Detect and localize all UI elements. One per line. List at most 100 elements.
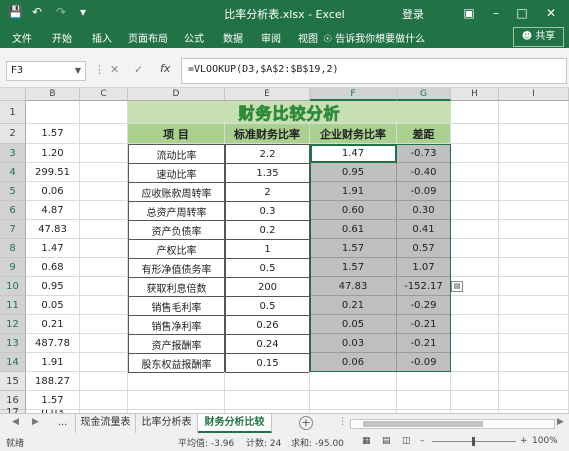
select-all-corner[interactable]	[0, 88, 26, 101]
horizontal-scrollbar[interactable]	[350, 419, 555, 429]
grid-cell[interactable]	[80, 163, 128, 182]
item-cell[interactable]: 销售毛利率	[128, 296, 225, 316]
gap-cell[interactable]: 0.30	[397, 201, 451, 220]
row-header[interactable]: 13	[0, 334, 26, 353]
tab-formulas[interactable]: 公式	[184, 30, 204, 45]
gap-cell[interactable]: 0.57	[397, 239, 451, 258]
cell-b[interactable]	[26, 101, 80, 124]
tab-data[interactable]: 数据	[223, 30, 243, 45]
gap-cell[interactable]: 1.07	[397, 258, 451, 277]
item-cell[interactable]: 应收账款周转率	[128, 182, 225, 202]
gap-cell[interactable]: -0.29	[397, 296, 451, 315]
grid-cell[interactable]	[499, 353, 569, 372]
grid-cell[interactable]	[451, 391, 499, 410]
tell-me-box[interactable]: ☉ 告诉我你想要做什么	[323, 30, 425, 45]
normal-view-icon[interactable]: ▦	[362, 436, 371, 446]
item-cell[interactable]: 总资产周转率	[128, 201, 225, 221]
cell-b[interactable]: 1.57	[26, 124, 80, 144]
login-link[interactable]: 登录	[402, 6, 424, 22]
grid-cell[interactable]	[128, 372, 225, 391]
grid-cell[interactable]	[499, 258, 569, 277]
sheet-tab-more[interactable]: ...	[50, 414, 76, 433]
standard-ratio-cell[interactable]: 0.5	[225, 296, 310, 316]
item-cell[interactable]: 产权比率	[128, 239, 225, 259]
grid-cell[interactable]	[80, 296, 128, 315]
company-ratio-cell[interactable]: 0.60	[310, 201, 397, 220]
grid-cell[interactable]	[451, 144, 499, 163]
company-ratio-cell[interactable]: 1.57	[310, 258, 397, 277]
more-options-icon[interactable]: ⋮	[338, 417, 347, 427]
grid-cell[interactable]	[451, 101, 499, 124]
grid-cell[interactable]	[397, 391, 451, 410]
standard-ratio-cell[interactable]: 0.24	[225, 334, 310, 354]
tab-view[interactable]: 视图	[298, 30, 318, 45]
active-cell[interactable]	[310, 144, 397, 163]
grid-cell[interactable]	[451, 334, 499, 353]
grid-cell[interactable]	[499, 315, 569, 334]
cell-b[interactable]: 0.21	[26, 315, 80, 334]
item-cell[interactable]: 股东权益报酬率	[128, 353, 225, 373]
sheet-tab-cashflow[interactable]: 现金流量表	[76, 414, 136, 433]
standard-ratio-cell[interactable]: 1.35	[225, 163, 310, 183]
grid-cell[interactable]	[451, 182, 499, 201]
grid-cell[interactable]	[80, 315, 128, 334]
grid-cell[interactable]	[499, 163, 569, 182]
gap-cell[interactable]: -0.09	[397, 182, 451, 201]
grid-cell[interactable]	[80, 391, 128, 410]
company-ratio-cell[interactable]: 0.06	[310, 353, 397, 372]
sheet-tab-financial-comparison[interactable]: 财务分析比较	[198, 414, 272, 433]
grid-cell[interactable]	[80, 182, 128, 201]
cell-b[interactable]: 1.20	[26, 144, 80, 163]
grid-cell[interactable]	[499, 277, 569, 296]
zoom-in-icon[interactable]: +	[520, 436, 528, 446]
standard-ratio-cell[interactable]: 1	[225, 239, 310, 259]
zoom-slider-thumb[interactable]	[472, 437, 475, 446]
cell-b[interactable]: 1.91	[26, 353, 80, 372]
grid-cell[interactable]	[80, 353, 128, 372]
company-ratio-cell[interactable]: 0.03	[310, 334, 397, 353]
enter-icon[interactable]: ✓	[134, 63, 143, 76]
row-header[interactable]: 15	[0, 372, 26, 391]
column-header-i[interactable]: I	[499, 88, 569, 101]
sheet-tab-ratio-analysis[interactable]: 比率分析表	[136, 414, 198, 433]
grid-cell[interactable]	[225, 391, 310, 410]
insert-function-icon[interactable]: fx	[160, 62, 170, 75]
column-header-d[interactable]: D	[128, 88, 225, 101]
company-ratio-cell[interactable]: 0.61	[310, 220, 397, 239]
close-icon[interactable]: ✕	[542, 4, 560, 22]
standard-ratio-cell[interactable]: 0.26	[225, 315, 310, 335]
grid-cell[interactable]	[499, 220, 569, 239]
company-ratio-cell[interactable]: 0.95	[310, 163, 397, 182]
tab-page-layout[interactable]: 页面布局	[128, 30, 168, 45]
company-ratio-cell[interactable]: 0.21	[310, 296, 397, 315]
cell-b[interactable]: 47.83	[26, 220, 80, 239]
row-header[interactable]: 1	[0, 101, 26, 124]
cell-b[interactable]: 0.06	[26, 182, 80, 201]
scrollbar-thumb[interactable]	[363, 421, 483, 427]
column-header-c[interactable]: C	[80, 88, 128, 101]
standard-ratio-cell[interactable]: 2.2	[225, 144, 310, 164]
grid-cell[interactable]	[499, 101, 569, 124]
item-cell[interactable]: 资产报酬率	[128, 334, 225, 354]
cell-b[interactable]: 188.27	[26, 372, 80, 391]
tab-home[interactable]: 开始	[52, 30, 72, 45]
grid-cell[interactable]	[80, 124, 128, 144]
grid-cell[interactable]	[80, 277, 128, 296]
ribbon-display-icon[interactable]: ▣	[460, 4, 478, 22]
grid-cell[interactable]	[499, 201, 569, 220]
page-layout-view-icon[interactable]: ▤	[382, 436, 391, 446]
column-header-b[interactable]: B	[26, 88, 80, 101]
formula-input[interactable]: =VLOOKUP(D3,$A$2:$B$19,2)	[181, 58, 567, 84]
chevron-down-icon[interactable]: ▼	[75, 62, 81, 80]
row-header[interactable]: 11	[0, 296, 26, 315]
grid-cell[interactable]	[451, 124, 499, 144]
minimize-icon[interactable]: –	[487, 4, 505, 22]
grid-cell[interactable]	[225, 372, 310, 391]
standard-ratio-cell[interactable]: 2	[225, 182, 310, 202]
zoom-out-icon[interactable]: –	[420, 436, 425, 446]
tab-file[interactable]: 文件	[12, 30, 32, 45]
grid-cell[interactable]	[451, 372, 499, 391]
row-header[interactable]: 12	[0, 315, 26, 334]
cell-b[interactable]: 0.95	[26, 277, 80, 296]
cell-b[interactable]: 487.78	[26, 334, 80, 353]
